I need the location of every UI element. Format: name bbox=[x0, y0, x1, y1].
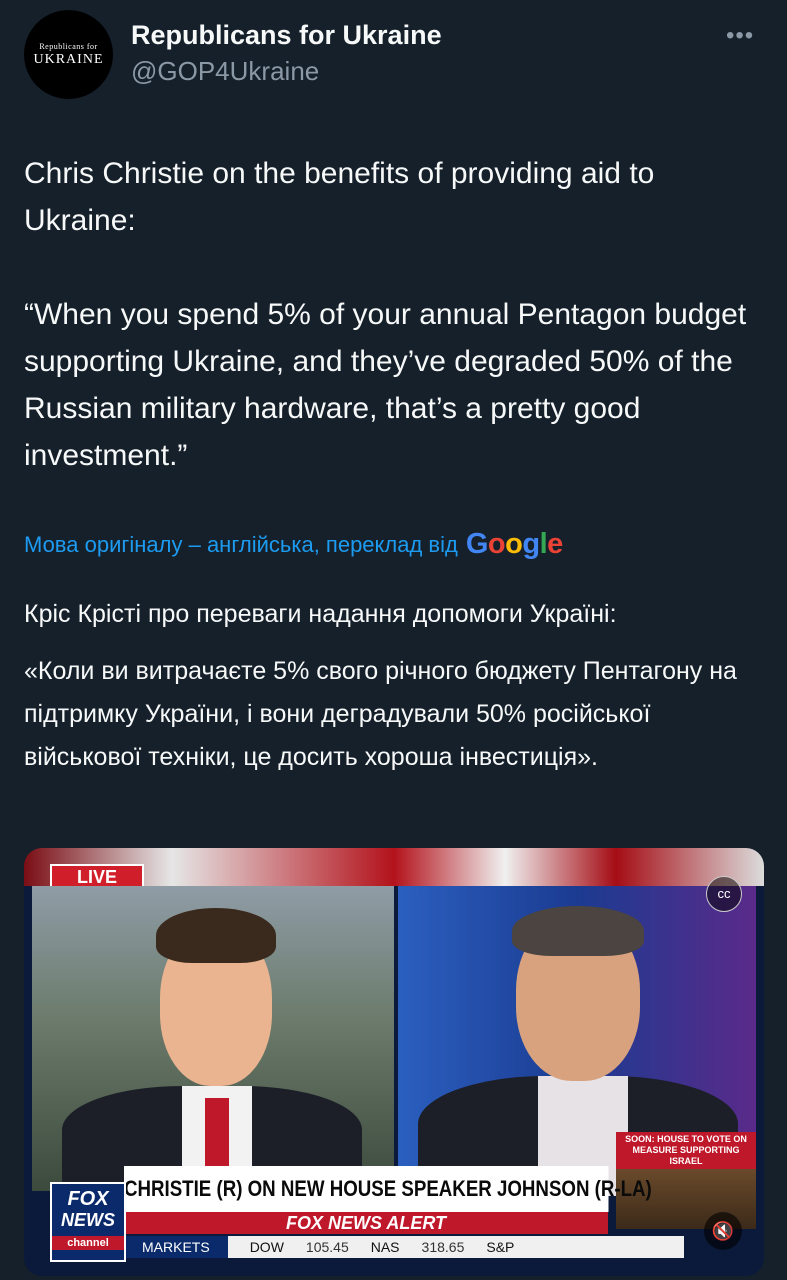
anchor-video-panel bbox=[32, 886, 394, 1196]
google-letter: e bbox=[547, 528, 563, 560]
profile-avatar[interactable]: Republicans for UKRAINE bbox=[24, 10, 113, 99]
fox-logo-line: FOX bbox=[67, 1188, 109, 1210]
video-player[interactable]: LIVE cc SOON: HOUSE TO VOTE ON MEASURE S… bbox=[24, 848, 764, 1276]
fox-logo-line: NEWS bbox=[61, 1210, 115, 1230]
avatar-text-bottom: UKRAINE bbox=[33, 51, 104, 67]
google-letter: o bbox=[487, 528, 506, 560]
ticker-nas-label: NAS bbox=[370, 1239, 400, 1255]
closed-captions-icon[interactable]: cc bbox=[706, 876, 742, 912]
display-name[interactable]: Republicans for Ukraine bbox=[131, 20, 442, 51]
ticker-nas-value: 318.65 bbox=[421, 1239, 465, 1255]
anchor-hair bbox=[156, 908, 276, 963]
mute-icon[interactable]: 🔇 bbox=[704, 1212, 742, 1250]
ticker-sp-label: S&P bbox=[486, 1239, 515, 1255]
news-alert-banner: FOX NEWS ALERT bbox=[124, 1212, 608, 1234]
inset-box: SOON: HOUSE TO VOTE ON MEASURE SUPPORTIN… bbox=[616, 1132, 756, 1229]
google-letter: l bbox=[539, 528, 548, 560]
guest-hair bbox=[512, 906, 644, 956]
inset-label: SOON: HOUSE TO VOTE ON MEASURE SUPPORTIN… bbox=[616, 1132, 756, 1169]
fox-news-logo: FOX NEWS channel bbox=[50, 1182, 126, 1262]
ticker-dow-label: DOW bbox=[249, 1239, 284, 1255]
google-logo: Google bbox=[466, 528, 563, 561]
translation-note[interactable]: Мова оригіналу – англійська, переклад ві… bbox=[24, 528, 563, 561]
google-letter: g bbox=[522, 528, 540, 560]
tweet-text: Chris Christie on the benefits of provid… bbox=[24, 157, 747, 472]
more-options-icon[interactable]: ••• bbox=[726, 22, 754, 50]
translated-paragraph: Кріс Крісті про переваги надання допомог… bbox=[24, 600, 617, 628]
translated-text: Кріс Крісті про переваги надання допомог… bbox=[24, 593, 769, 793]
translation-note-text: Мова оригіналу – англійська, переклад ві… bbox=[24, 531, 458, 557]
google-letter: o bbox=[505, 528, 523, 560]
ticker-dow-value: 105.45 bbox=[305, 1239, 349, 1255]
chyron-headline: CHRISTIE (R) ON NEW HOUSE SPEAKER JOHNSO… bbox=[124, 1166, 652, 1212]
avatar-text-top: Republicans for bbox=[39, 41, 98, 51]
google-letter: G bbox=[465, 528, 489, 560]
ticker-markets: MARKETS bbox=[124, 1236, 228, 1258]
market-ticker: MARKETS DOW 105.45 NAS 318.65 S&P bbox=[124, 1236, 684, 1258]
translated-paragraph: «Коли ви витрачаєте 5% свого річного бюд… bbox=[24, 657, 737, 771]
fox-logo-line: channel bbox=[52, 1236, 124, 1250]
user-handle[interactable]: @GOP4Ukraine bbox=[131, 56, 319, 87]
